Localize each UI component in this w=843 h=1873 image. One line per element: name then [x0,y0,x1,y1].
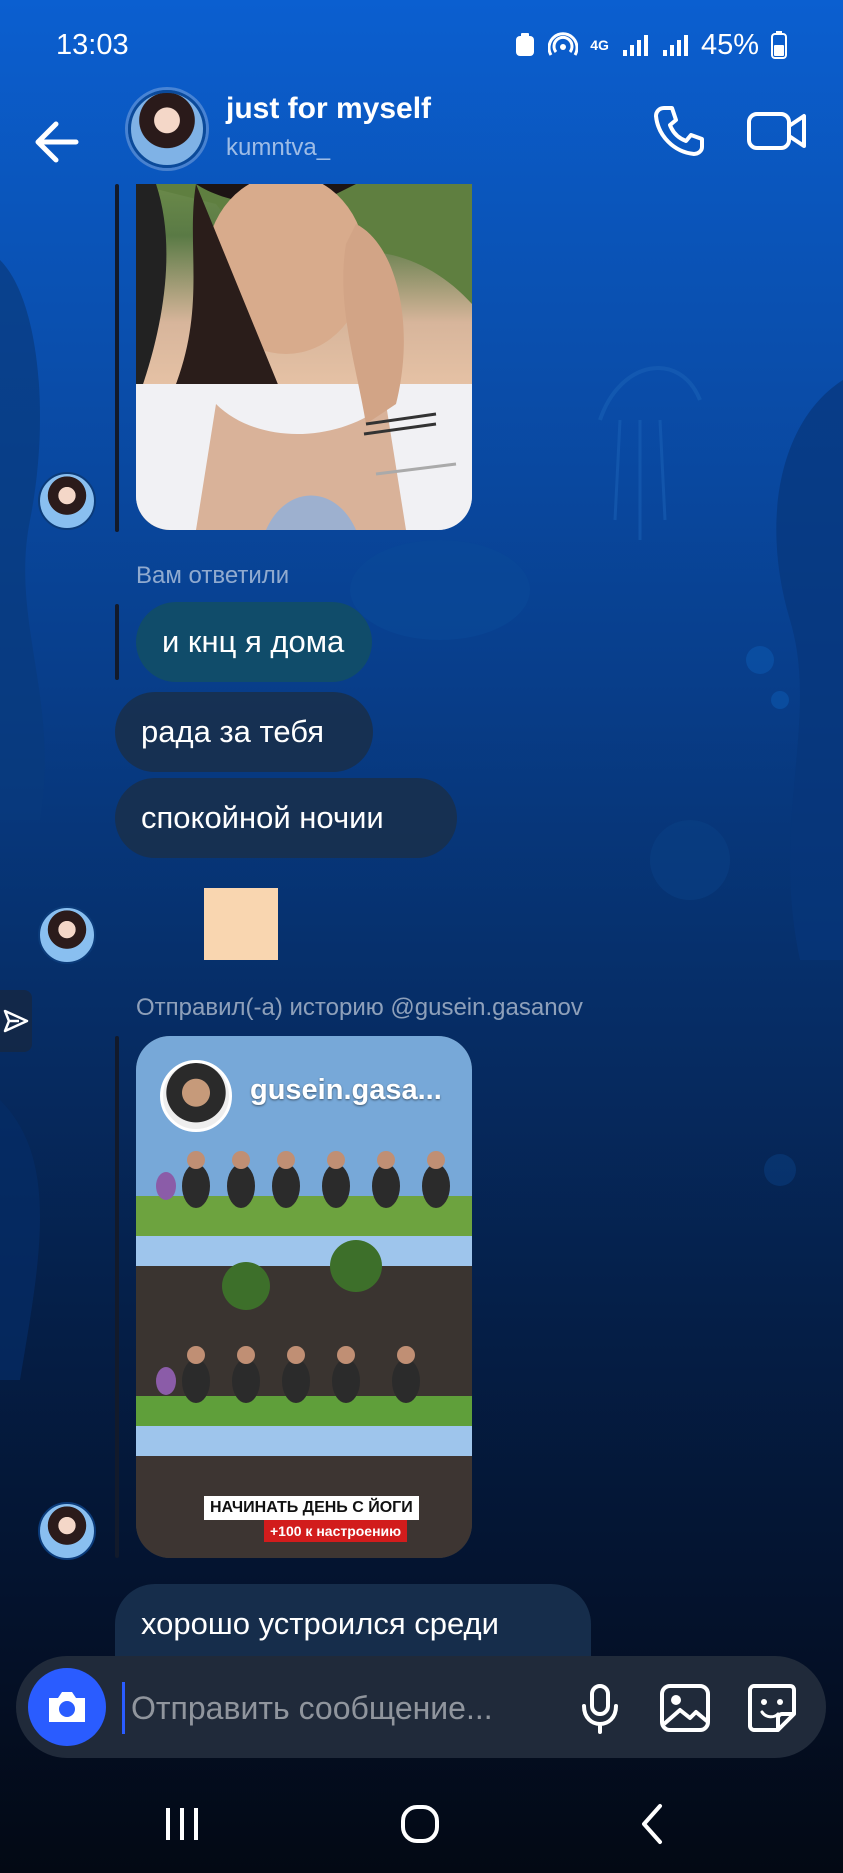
network-type: 4G [590,37,609,53]
battery-level: 45% [700,28,759,61]
status-icons: 4G 45% [514,29,787,62]
back-arrow-icon[interactable] [28,110,92,174]
message-bubble[interactable]: хорошо устроился среди [115,1584,591,1656]
signal-2-icon [662,35,688,56]
share-tab[interactable] [0,990,32,1052]
story-caption: НАЧИНАТЬ ДЕНЬ С ЙОГИ [204,1496,419,1520]
replied-message[interactable]: и кнц я дома [136,602,372,682]
shared-story[interactable]: gusein.gasa... НАЧИНАТЬ ДЕНЬ С ЙОГИ +100… [136,1036,472,1558]
chat-username[interactable]: kumntva_ [226,134,330,162]
image-icon[interactable] [658,1680,714,1736]
sender-avatar[interactable] [38,1502,96,1560]
home-icon[interactable] [390,1798,450,1850]
sticker-image[interactable] [204,888,278,960]
message-bubble[interactable]: спокойной ночии [115,778,457,858]
message-bubble[interactable]: рада за тебя [115,692,373,772]
sender-avatar[interactable] [38,906,96,964]
chat-title[interactable]: just for myself [226,92,431,126]
message-input[interactable] [122,1682,563,1734]
recent-apps-icon[interactable] [152,1798,212,1850]
send-icon [3,1009,29,1033]
message-composer [16,1656,826,1758]
signal-icon [622,35,648,56]
reply-indicator [115,184,119,532]
story-author-avatar [160,1060,232,1132]
camera-button[interactable] [28,1668,106,1746]
status-bar: 13:03 4G 45% [0,0,843,90]
sticker-icon[interactable] [744,1680,800,1736]
story-caption-sub: +100 к настроению [264,1520,408,1542]
battery-saver-icon [516,33,535,56]
hotspot-icon [548,32,579,56]
phone-icon[interactable] [650,102,708,160]
story-author-name: gusein.gasa... [250,1074,442,1106]
back-icon[interactable] [624,1798,684,1850]
status-time: 13:03 [56,28,129,61]
story-shared-label: Отправил(-а) историю @gusein.gasanov [136,994,583,1021]
photo-image [136,184,472,530]
battery-icon [771,31,787,59]
camera-icon [49,1692,85,1722]
contact-avatar[interactable] [128,90,206,168]
reply-label: Вам ответили [136,562,290,589]
sender-avatar[interactable] [38,472,96,530]
system-nav-bar [0,1770,843,1873]
reply-indicator [115,604,119,680]
video-camera-icon[interactable] [746,104,808,158]
microphone-icon[interactable] [572,1680,628,1736]
reply-indicator [115,1036,119,1558]
shared-photo[interactable] [136,184,472,530]
